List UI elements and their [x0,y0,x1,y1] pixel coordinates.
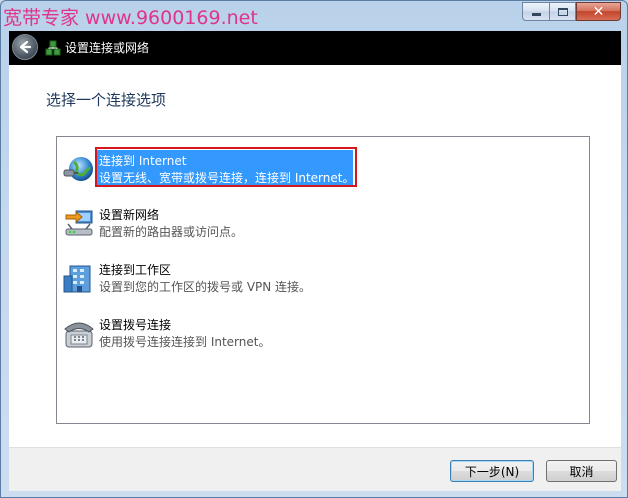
option-description: 设置无线、宽带或拨号连接，连接到 Internet。 [99,171,355,185]
option-title: 设置新网络 [99,208,160,222]
navigation-bar: 设置连接或网络 [9,31,621,65]
close-icon: ✕ [592,3,605,20]
back-arrow-icon [19,40,32,54]
workplace-building-icon [63,265,91,293]
connection-options-list[interactable]: 连接到 Internet 设置无线、宽带或拨号连接，连接到 Internet。 … [56,136,590,424]
button-bar: 下一步(N) 取消 [9,447,621,491]
option-title: 连接到 Internet [99,154,187,168]
option-setup-new-network[interactable]: 设置新网络 配置新的路由器或访问点。 [59,203,579,247]
option-description: 设置到您的工作区的拨号或 VPN 连接。 [99,280,312,294]
cancel-button[interactable]: 取消 [546,460,617,482]
wizard-window: 宽带专家 www.9600169.net ✕ 设置连接或网络 选择一个连接选项 [0,0,628,498]
option-title: 设置拨号连接 [99,318,172,332]
window-title: 设置连接或网络 [65,41,150,55]
content-area: 选择一个连接选项 连接到 Internet 设置无线、宽带或拨号连接，连接到 I… [9,65,621,447]
back-button[interactable] [12,34,38,60]
option-connect-workplace[interactable]: 连接到工作区 设置到您的工作区的拨号或 VPN 连接。 [59,258,579,302]
next-button[interactable]: 下一步(N) [450,460,534,482]
option-description: 使用拨号连接连接到 Internet。 [99,335,271,349]
page-heading: 选择一个连接选项 [46,91,167,109]
telephone-icon [64,322,94,348]
network-router-icon [65,210,93,236]
option-setup-dialup[interactable]: 设置拨号连接 使用拨号连接连接到 Internet。 [59,313,579,357]
close-button[interactable]: ✕ [576,2,621,21]
option-description: 配置新的路由器或访问点。 [99,225,244,239]
network-setup-icon [45,40,61,56]
maximize-icon [557,7,568,16]
option-title: 连接到工作区 [99,263,172,277]
minimize-button[interactable] [522,2,549,21]
maximize-button[interactable] [549,2,576,21]
minimize-icon [531,13,541,16]
option-connect-internet[interactable]: 连接到 Internet 设置无线、宽带或拨号连接，连接到 Internet。 [59,147,579,193]
caption-buttons: ✕ [522,2,621,21]
globe-icon [63,157,93,181]
watermark-text: 宽带专家 www.9600169.net [3,7,258,29]
